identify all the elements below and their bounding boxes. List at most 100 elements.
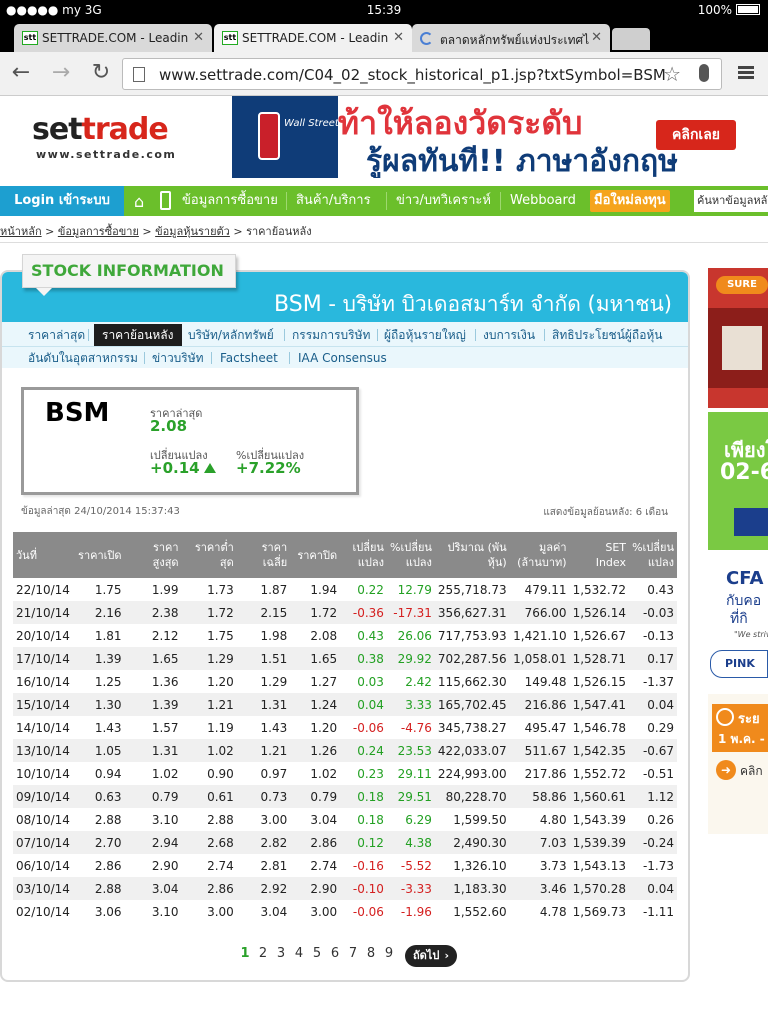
beginner-invest-button[interactable]: มือใหม่ลงทุน xyxy=(590,190,670,212)
divider xyxy=(0,242,768,243)
login-button[interactable]: Login เข้าระบบ xyxy=(0,186,124,216)
close-tab-icon[interactable]: ✕ xyxy=(393,30,404,45)
settrade-favicon-icon: stt xyxy=(22,31,38,45)
close-tab-icon[interactable]: ✕ xyxy=(193,30,204,45)
ad-text: ระย xyxy=(738,712,760,727)
nav-item-news[interactable]: ข่าว/บทวิเคราะห์ xyxy=(396,186,491,216)
browser-tab-1[interactable]: stt SETTRADE.COM - Leadin ✕ xyxy=(14,24,212,52)
menu-icon[interactable] xyxy=(738,66,754,80)
table-cell: 1.29 xyxy=(260,674,288,689)
table-cell: 0.63 xyxy=(72,785,125,808)
side-ad-promo[interactable]: ระย 1 พ.ค. - ➜ คลิก xyxy=(708,694,768,834)
ad-tagline: "We strive xyxy=(734,630,768,639)
home-icon[interactable]: ⌂ xyxy=(134,192,144,211)
company-symbol: BSM xyxy=(274,292,322,317)
table-cell: 356,627.31 xyxy=(434,601,510,624)
col-change: เปลี่ยน แปลง xyxy=(340,532,387,578)
table-cell: 09/10/14 xyxy=(13,785,73,808)
table-cell: -5.52 xyxy=(400,858,432,873)
browser-toolbar: ← → ↻ www.settrade.com/C04_02_stock_hist… xyxy=(0,52,768,96)
settrade-favicon-icon: stt xyxy=(222,31,238,45)
page-link-4[interactable]: 4 xyxy=(290,946,308,961)
table-cell: -1.73 xyxy=(642,858,674,873)
forward-arrow-icon[interactable]: → xyxy=(48,60,74,86)
breadcrumb-home[interactable]: หน้าหลัก xyxy=(0,225,42,238)
page-link-6[interactable]: 6 xyxy=(326,946,344,961)
page-link-9[interactable]: 9 xyxy=(380,946,398,961)
table-cell: 1,552.60 xyxy=(453,904,507,919)
table-row: 02/10/14 3.06 3.10 3.00 3.04 3.00 -0.06 -1.96 1,… xyxy=(13,900,677,923)
banner-click-button[interactable]: คลิกเลย xyxy=(656,120,736,150)
nav-item-webboard[interactable]: Webboard xyxy=(510,186,576,216)
side-ad-cfa[interactable]: CFA กับคอ ที่กิ "We strive PINK xyxy=(708,556,768,688)
table-cell: -17.31 xyxy=(386,601,435,624)
page-link-2[interactable]: 2 xyxy=(254,946,272,961)
table-cell: 3.06 xyxy=(94,904,122,919)
nav-item-products[interactable]: สินค้า/บริการ xyxy=(296,186,371,216)
tab-factsheet[interactable]: Factsheet xyxy=(220,347,278,369)
table-cell: 3.04 xyxy=(260,904,288,919)
table-cell: 2.86 xyxy=(94,858,122,873)
address-bar[interactable]: www.settrade.com/C04_02_stock_historical… xyxy=(122,58,722,90)
pagination: 123456789 xyxy=(236,946,398,961)
side-ad-sure[interactable]: SURE xyxy=(708,268,768,408)
tab-iaa-consensus[interactable]: IAA Consensus xyxy=(298,347,387,369)
table-cell: 0.24 xyxy=(340,739,387,762)
table-cell: 3.04 xyxy=(310,812,338,827)
page-link-7[interactable]: 7 xyxy=(344,946,362,961)
col-avg: ราคาเฉลี่ย xyxy=(236,532,291,578)
reload-icon[interactable]: ↻ xyxy=(88,60,114,86)
table-cell: 3.00 xyxy=(260,812,288,827)
stock-information-badge: STOCK INFORMATION xyxy=(22,254,236,288)
breadcrumb-trading[interactable]: ข้อมูลการซื้อขาย xyxy=(58,225,139,238)
tab-latest-price[interactable]: ราคาล่าสุด xyxy=(28,324,85,346)
table-cell: 1,543.39 xyxy=(572,812,627,827)
table-cell: -0.36 xyxy=(340,601,387,624)
tab-company-info[interactable]: บริษัท/หลักทรัพย์ xyxy=(188,324,274,346)
page-link-8[interactable]: 8 xyxy=(362,946,380,961)
table-cell: 2.90 xyxy=(151,858,179,873)
tab-divider xyxy=(284,329,285,341)
tab-company-news[interactable]: ข่าวบริษัท xyxy=(152,347,204,369)
back-arrow-icon[interactable]: ← xyxy=(8,60,34,86)
tab-financials[interactable]: งบการเงิน xyxy=(483,324,535,346)
nav-search-input[interactable]: ค้นหาข้อมูลหลัก xyxy=(694,190,768,212)
col-open: ราคาเปิด xyxy=(72,532,125,578)
tab-shareholder-benefits[interactable]: สิทธิประโยชน์ผู้ถือหุ้น xyxy=(552,324,663,346)
badge-pointer xyxy=(36,288,52,296)
nav-item-trading-info[interactable]: ข้อมูลการซื้อขาย xyxy=(182,186,278,216)
table-cell: 1.75 xyxy=(94,582,122,597)
table-cell: 1,526.67 xyxy=(572,628,627,643)
page-link-3[interactable]: 3 xyxy=(272,946,290,961)
table-cell: 216.86 xyxy=(509,693,570,716)
bookmark-star-icon[interactable]: ☆ xyxy=(663,62,681,86)
tab-historical-price[interactable]: ราคาย้อนหลัง xyxy=(94,324,182,346)
table-cell: 0.79 xyxy=(290,785,341,808)
breadcrumb-stock[interactable]: ข้อมูลหุ้นรายตัว xyxy=(155,225,230,238)
browser-tab-2[interactable]: stt SETTRADE.COM - Leadin ✕ xyxy=(214,24,412,52)
new-tab-button[interactable] xyxy=(612,28,650,50)
next-page-button[interactable]: ถัดไป › xyxy=(405,945,457,967)
microphone-icon[interactable] xyxy=(699,64,709,82)
close-tab-icon[interactable]: ✕ xyxy=(591,30,602,45)
page-link-5[interactable]: 5 xyxy=(308,946,326,961)
table-cell: -0.13 xyxy=(642,628,674,643)
tab-divider xyxy=(144,352,145,364)
wse-logo-icon xyxy=(258,112,280,160)
ad-banner[interactable]: Wall Street English ท้าให้ลองวัดระดับ รู… xyxy=(232,96,768,178)
battery-status: 100% xyxy=(698,3,760,17)
col-close: ราคาปิด xyxy=(290,532,341,578)
table-cell: 165,702.45 xyxy=(434,693,510,716)
tab-major-shareholders[interactable]: ผู้ถือหุ้นรายใหญ่ xyxy=(384,324,466,346)
tab-directors[interactable]: กรรมการบริษัท xyxy=(292,324,370,346)
settrade-logo[interactable]: settrade xyxy=(32,112,169,147)
chevron-right-icon: › xyxy=(444,949,449,962)
table-cell: -0.16 xyxy=(352,858,384,873)
table-cell: 0.18 xyxy=(357,812,384,827)
page-link-1[interactable]: 1 xyxy=(236,946,254,961)
table-cell: 2.38 xyxy=(124,601,182,624)
tab-industry-ranking[interactable]: อันดับในอุตสาหกรรม xyxy=(28,347,138,369)
side-ad-set[interactable]: เพียงโ 02-6 xyxy=(708,412,768,550)
nav-divider xyxy=(500,192,501,210)
browser-tab-3[interactable]: ตลาดหลักทรัพย์แห่งประเทศไ ✕ xyxy=(412,24,610,52)
